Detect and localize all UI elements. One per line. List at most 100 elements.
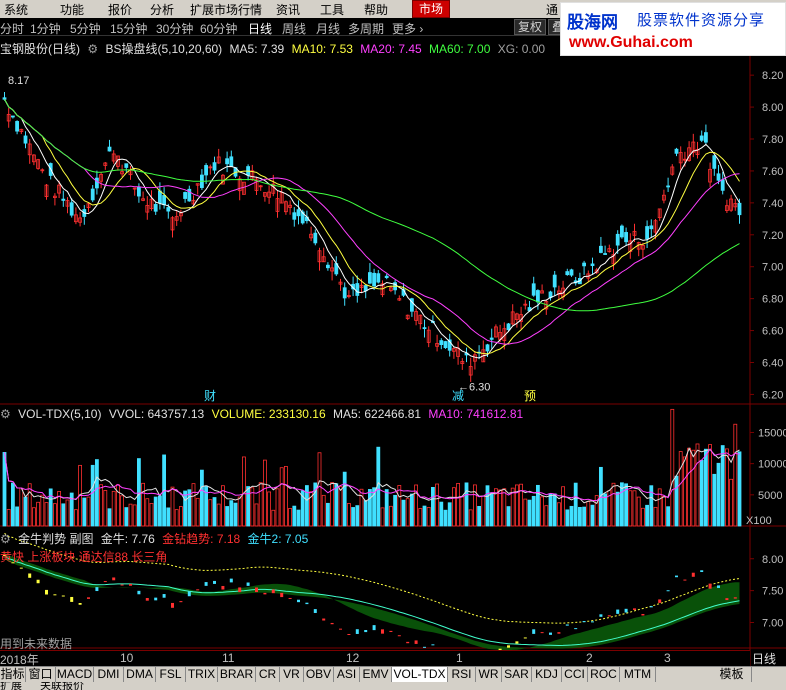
- volume-bar[interactable]: [586, 501, 591, 527]
- volume-bar[interactable]: [367, 489, 372, 527]
- settings-icon[interactable]: ⚙: [0, 407, 11, 421]
- volume-bar[interactable]: [254, 503, 259, 527]
- tab-dmi[interactable]: DMI: [94, 667, 124, 683]
- volume-bar[interactable]: [523, 498, 528, 527]
- volume-bar[interactable]: [603, 493, 607, 527]
- period-15min[interactable]: 15分钟: [110, 20, 147, 37]
- menu-system[interactable]: 系统: [4, 1, 28, 18]
- sub-candle[interactable]: [154, 597, 158, 601]
- volume-bar[interactable]: [27, 483, 32, 527]
- volume-bar[interactable]: [401, 499, 406, 527]
- sub-candle[interactable]: [70, 596, 74, 602]
- volume-bar[interactable]: [103, 490, 108, 527]
- volume-bar[interactable]: [132, 504, 137, 527]
- candle-body[interactable]: [485, 344, 490, 352]
- adjust-button[interactable]: 复权: [514, 19, 547, 35]
- sub-candle[interactable]: [582, 621, 586, 623]
- sub-candle[interactable]: [423, 646, 426, 648]
- sub-candle[interactable]: [129, 583, 132, 586]
- volume-bar[interactable]: [279, 467, 284, 527]
- candle-body[interactable]: [489, 337, 494, 340]
- tab-cci[interactable]: CCI: [562, 667, 588, 683]
- volume-bar[interactable]: [397, 485, 402, 527]
- sub-candle[interactable]: [112, 577, 116, 581]
- sub-candle[interactable]: [271, 589, 275, 594]
- candle-body[interactable]: [225, 158, 230, 165]
- sub-candle[interactable]: [213, 580, 216, 584]
- volume-bar[interactable]: [174, 509, 179, 527]
- sub-candle[interactable]: [708, 583, 712, 589]
- volume-bar[interactable]: [23, 496, 28, 527]
- volume-bar[interactable]: [527, 499, 532, 527]
- volume-bar[interactable]: [536, 484, 540, 527]
- volume-bars[interactable]: [2, 408, 742, 527]
- sub-candle[interactable]: [339, 628, 342, 630]
- menu-function[interactable]: 功能: [60, 1, 84, 18]
- event-marker[interactable]: 财: [204, 389, 216, 403]
- candle-body[interactable]: [153, 204, 158, 212]
- volume-bar[interactable]: [636, 496, 641, 527]
- price-candles[interactable]: [2, 92, 742, 382]
- tab-vr[interactable]: VR: [280, 667, 304, 683]
- candle-body[interactable]: [325, 264, 330, 269]
- candle-body[interactable]: [69, 202, 74, 216]
- volume-bar[interactable]: [321, 494, 326, 527]
- candle-body[interactable]: [704, 132, 708, 143]
- sub-candle[interactable]: [431, 644, 435, 646]
- volume-bar[interactable]: [662, 495, 666, 527]
- volume-bar[interactable]: [220, 485, 225, 527]
- volume-bar[interactable]: [708, 444, 712, 527]
- volume-bar[interactable]: [283, 466, 288, 527]
- period-multi[interactable]: 多周期: [348, 20, 384, 37]
- candle-body[interactable]: [162, 195, 167, 206]
- sub-candle[interactable]: [532, 629, 536, 634]
- sub-candle[interactable]: [263, 592, 267, 595]
- sub-candle[interactable]: [540, 632, 544, 634]
- volume-bar[interactable]: [288, 508, 293, 527]
- volume-bar[interactable]: [267, 491, 272, 527]
- tab-sar[interactable]: SAR: [502, 667, 532, 683]
- candle-body[interactable]: [342, 287, 347, 299]
- candle-body[interactable]: [422, 327, 427, 330]
- volume-bar[interactable]: [199, 469, 204, 527]
- candle-body[interactable]: [666, 185, 670, 188]
- sub-candle[interactable]: [565, 624, 569, 626]
- volume-bar[interactable]: [531, 495, 536, 527]
- volume-bar[interactable]: [351, 507, 356, 527]
- menu-help[interactable]: 帮助: [364, 1, 388, 18]
- candle-body[interactable]: [552, 274, 557, 288]
- sub-candle[interactable]: [364, 630, 368, 633]
- volume-bar[interactable]: [468, 509, 473, 527]
- volume-bar[interactable]: [153, 496, 158, 527]
- sub-candle[interactable]: [599, 614, 603, 617]
- volume-bar[interactable]: [456, 483, 461, 527]
- sub-candle[interactable]: [406, 641, 410, 644]
- sub-candle[interactable]: [381, 629, 384, 634]
- sub-candle[interactable]: [297, 599, 300, 603]
- sub-candle[interactable]: [196, 589, 200, 591]
- volume-bar[interactable]: [19, 487, 24, 527]
- volume-bar[interactable]: [250, 487, 255, 527]
- sub-candle[interactable]: [330, 622, 334, 625]
- candle-body[interactable]: [720, 179, 725, 191]
- volume-bar[interactable]: [212, 497, 217, 527]
- sub-candle[interactable]: [607, 615, 611, 617]
- menu-tools[interactable]: 工具: [320, 1, 344, 18]
- volume-bar[interactable]: [540, 496, 544, 527]
- volume-bar[interactable]: [569, 505, 574, 527]
- candle-body[interactable]: [10, 115, 15, 118]
- settings-icon[interactable]: ⚙: [87, 42, 98, 56]
- volume-bar[interactable]: [82, 497, 87, 527]
- volume-bar[interactable]: [229, 500, 234, 527]
- sub-candle[interactable]: [733, 597, 737, 599]
- volume-bar[interactable]: [355, 505, 360, 527]
- sub-candle[interactable]: [557, 632, 561, 634]
- sub-candle[interactable]: [28, 573, 32, 578]
- sub-candle[interactable]: [87, 597, 90, 599]
- volume-bar[interactable]: [561, 486, 565, 527]
- volume-bar[interactable]: [44, 502, 49, 527]
- volume-bar[interactable]: [74, 509, 78, 527]
- volume-bar[interactable]: [720, 445, 725, 527]
- volume-bar[interactable]: [573, 482, 578, 527]
- volume-bar[interactable]: [48, 488, 53, 527]
